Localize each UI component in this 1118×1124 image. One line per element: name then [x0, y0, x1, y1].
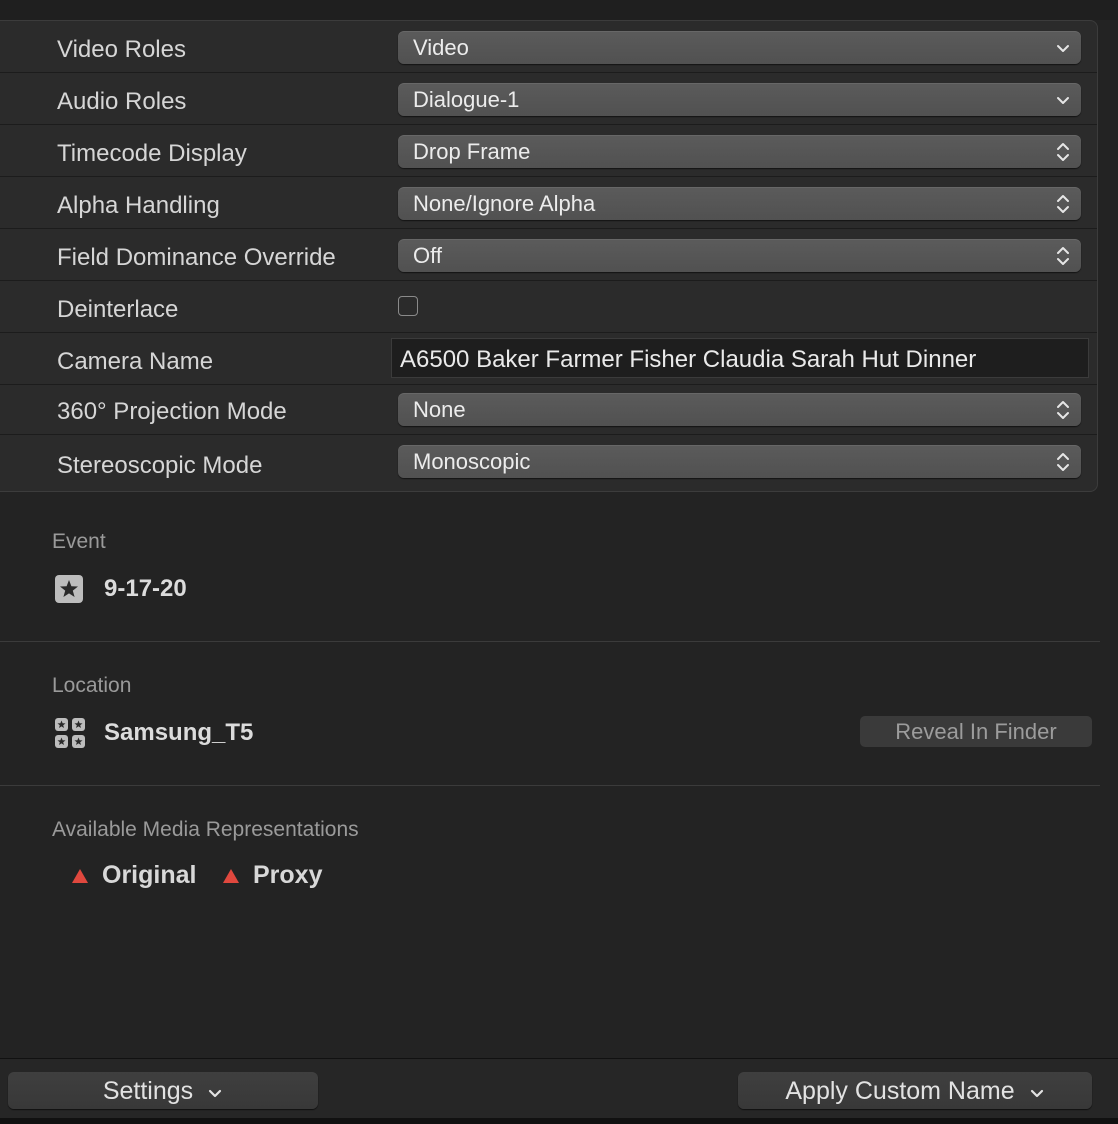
up-down-arrows-icon [1053, 397, 1073, 423]
library-drive-icon [55, 718, 85, 748]
popup-value: Off [413, 243, 442, 268]
properties-panel: Video Roles Video Audio Roles Dialogue-1… [0, 20, 1098, 492]
settings-button[interactable]: Settings [8, 1072, 318, 1109]
stereoscopic-mode-popup[interactable]: Monoscopic [398, 445, 1081, 478]
apply-custom-name-button[interactable]: Apply Custom Name [738, 1072, 1092, 1109]
popup-value: Video [413, 35, 469, 60]
settings-button-label: Settings [102, 1077, 194, 1105]
field-dominance-popup[interactable]: Off [398, 239, 1081, 272]
reveal-in-finder-button[interactable]: Reveal In Finder [860, 716, 1092, 747]
up-down-arrows-icon [1053, 243, 1073, 269]
location-name: Samsung_T5 [104, 719, 254, 746]
star-event-icon [55, 575, 83, 603]
media-rep-label: Original [102, 861, 197, 889]
top-strip [0, 0, 1118, 20]
prop-row-camera-name: Camera Name A6500 Baker Farmer Fisher Cl… [0, 333, 1097, 385]
projection-mode-popup[interactable]: None [398, 393, 1081, 426]
camera-name-value: A6500 Baker Farmer Fisher Claudia Sarah … [400, 346, 977, 373]
prop-row-deinterlace: Deinterlace [0, 281, 1097, 333]
up-down-arrows-icon [1053, 191, 1073, 217]
popup-value: Dialogue-1 [413, 87, 520, 112]
chevron-down-icon [1053, 87, 1073, 113]
prop-label: Alpha Handling [57, 192, 220, 219]
prop-row-audio-roles: Audio Roles Dialogue-1 [0, 73, 1097, 125]
prop-label: Field Dominance Override [57, 244, 336, 271]
prop-row-video-roles: Video Roles Video [0, 21, 1097, 73]
up-down-arrows-icon [1053, 449, 1073, 475]
up-down-arrows-icon [1053, 139, 1073, 165]
warning-triangle-icon [72, 869, 88, 883]
warning-triangle-icon [223, 869, 239, 883]
window-bottom-edge [0, 1118, 1118, 1124]
popup-value: None [413, 397, 466, 422]
camera-name-field[interactable]: A6500 Baker Farmer Fisher Claudia Sarah … [391, 338, 1089, 378]
prop-row-360-projection: 360° Projection Mode None [0, 385, 1097, 435]
prop-row-stereoscopic: Stereoscopic Mode Monoscopic [0, 435, 1097, 491]
apply-custom-name-label: Apply Custom Name [785, 1077, 1015, 1105]
prop-label: Stereoscopic Mode [57, 452, 263, 479]
deinterlace-checkbox[interactable] [398, 296, 418, 316]
chevron-down-icon [207, 1073, 223, 1111]
media-section-title: Available Media Representations [52, 818, 359, 841]
chevron-down-icon [1029, 1073, 1045, 1111]
prop-row-field-dominance: Field Dominance Override Off [0, 229, 1097, 281]
event-section-title: Event [52, 530, 106, 553]
video-roles-popup[interactable]: Video [398, 31, 1081, 64]
audio-roles-popup[interactable]: Dialogue-1 [398, 83, 1081, 116]
chevron-down-icon [1053, 35, 1073, 61]
prop-label: 360° Projection Mode [57, 398, 287, 425]
prop-label: Deinterlace [57, 296, 179, 323]
event-name: 9-17-20 [104, 575, 187, 602]
prop-label: Camera Name [57, 348, 214, 375]
divider [0, 785, 1100, 786]
prop-row-alpha-handling: Alpha Handling None/Ignore Alpha [0, 177, 1097, 229]
prop-label: Timecode Display [57, 140, 247, 167]
popup-value: Monoscopic [413, 449, 531, 474]
prop-label: Video Roles [57, 36, 186, 63]
divider [0, 641, 1100, 642]
popup-value: Drop Frame [413, 139, 531, 164]
media-rep-label: Proxy [253, 861, 323, 889]
location-section-title: Location [52, 674, 132, 697]
alpha-handling-popup[interactable]: None/Ignore Alpha [398, 187, 1081, 220]
popup-value: None/Ignore Alpha [413, 191, 596, 216]
timecode-display-popup[interactable]: Drop Frame [398, 135, 1081, 168]
prop-label: Audio Roles [57, 88, 187, 115]
prop-row-timecode-display: Timecode Display Drop Frame [0, 125, 1097, 177]
